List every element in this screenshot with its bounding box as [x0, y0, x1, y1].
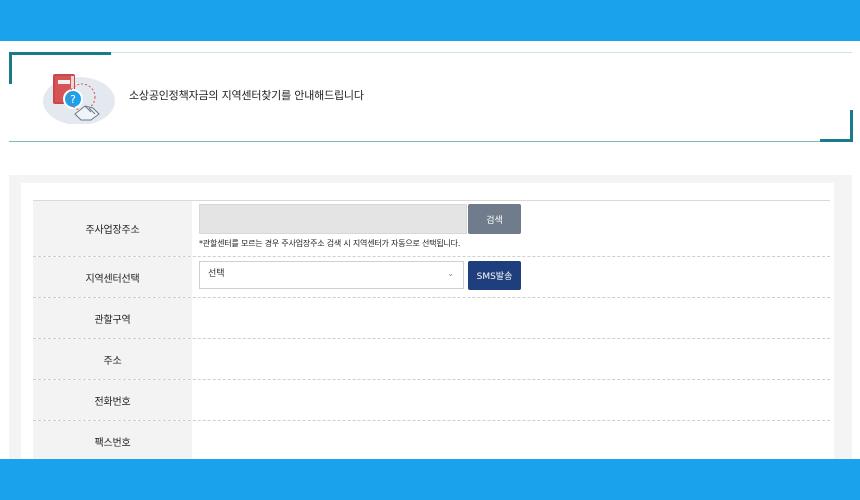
- bottom-accent-bar: [0, 459, 860, 500]
- search-button[interactable]: 검색: [468, 204, 521, 234]
- sms-send-button[interactable]: SMS발송: [468, 261, 521, 290]
- center-search-form: 주사업장주소 검색 *관할센터를 모르는 경우 주사업장주소 검색 시 지역센터…: [33, 200, 830, 462]
- form-panel-inner: 주사업장주소 검색 *관할센터를 모르는 경우 주사업장주소 검색 시 지역센터…: [21, 183, 834, 465]
- address-value-cell: 검색 *관할센터를 모르는 경우 주사업장주소 검색 시 지역센터가 자동으로 …: [192, 201, 830, 256]
- top-accent-bar: [0, 0, 860, 41]
- address-note: *관할센터를 모르는 경우 주사업장주소 검색 시 지역센터가 자동으로 선택됩…: [199, 239, 461, 248]
- form-panel: 주사업장주소 검색 *관할센터를 모르는 경우 주사업장주소 검색 시 지역센터…: [9, 175, 852, 465]
- address-row: 주사업장주소 검색 *관할센터를 모르는 경우 주사업장주소 검색 시 지역센터…: [33, 201, 830, 257]
- chevron-down-icon: ⌄: [447, 269, 454, 278]
- region-center-select[interactable]: 선택 ⌄: [199, 261, 464, 289]
- center-address-row: 주소: [33, 339, 830, 380]
- jurisdiction-label: 관할구역: [33, 298, 192, 338]
- business-address-input[interactable]: [199, 204, 467, 234]
- address-label: 주사업장주소: [33, 201, 192, 256]
- phone-row: 전화번호: [33, 380, 830, 421]
- fax-row: 팩스번호: [33, 421, 830, 462]
- center-select-row: 지역센터선택 선택 ⌄ SMS발송: [33, 257, 830, 298]
- phone-label: 전화번호: [33, 380, 192, 420]
- intro-text: 소상공인정책자금의 지역센터찾기를 안내해드립니다: [129, 89, 364, 102]
- jurisdiction-value: [192, 298, 830, 338]
- fax-value: [192, 421, 830, 461]
- phone-value: [192, 380, 830, 420]
- center-address-label: 주소: [33, 339, 192, 379]
- center-address-value: [192, 339, 830, 379]
- jurisdiction-row: 관할구역: [33, 298, 830, 339]
- center-select-label: 지역센터선택: [33, 257, 192, 297]
- center-select-value-cell: 선택 ⌄ SMS발송: [192, 257, 830, 297]
- region-center-selected: 선택: [208, 269, 225, 279]
- book-handshake-icon: ?: [41, 72, 117, 125]
- fax-label: 팩스번호: [33, 421, 192, 461]
